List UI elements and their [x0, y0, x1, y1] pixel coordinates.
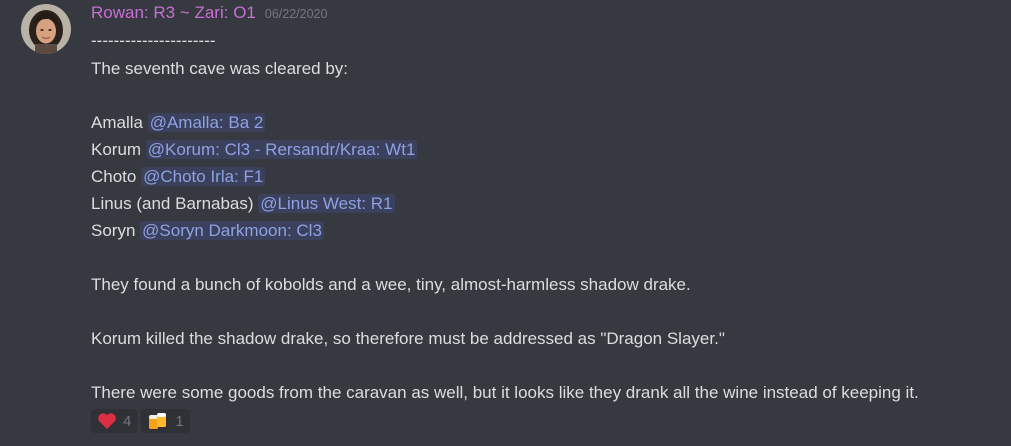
party-member-row: Amalla @Amalla: Ba 2 [91, 112, 266, 134]
party-member-name: Soryn [91, 221, 141, 240]
message-paragraph: They found a bunch of kobolds and a wee,… [91, 275, 691, 294]
reaction-count: 1 [175, 412, 184, 430]
party-member-row: Linus (and Barnabas) @Linus West: R1 [91, 193, 395, 215]
message-header: Rowan: R3 ~ Zari: O1 06/22/2020 [91, 3, 327, 29]
user-mention[interactable]: @Amalla: Ba 2 [147, 113, 266, 132]
party-member-row: Choto @Choto Irla: F1 [91, 166, 266, 188]
beers-icon [147, 411, 169, 431]
user-mention[interactable]: @Soryn Darkmoon: Cl3 [140, 221, 324, 240]
party-member-name: Linus (and Barnabas) [91, 194, 259, 213]
party-member-name: Choto [91, 167, 142, 186]
party-member-name: Korum [91, 140, 146, 159]
message-timestamp: 06/22/2020 [264, 7, 328, 21]
reaction-count: 4 [123, 412, 132, 430]
party-member-row: Korum @Korum: Cl3 - Rersandr/Kraa: Wt1 [91, 139, 418, 161]
user-mention[interactable]: @Choto Irla: F1 [141, 167, 266, 186]
reaction-beers[interactable]: 1 [141, 409, 190, 433]
author-name[interactable]: Rowan: R3 ~ Zari: O1 [91, 3, 256, 23]
intro-text: The seventh cave was cleared by: [91, 59, 349, 78]
party-member-name: Amalla [91, 113, 148, 132]
reaction-heart[interactable]: 4 [91, 409, 138, 433]
chat-message: Rowan: R3 ~ Zari: O1 06/22/2020 --------… [0, 0, 1011, 446]
separator-line: ---------------------- [91, 31, 216, 50]
heart-icon [97, 412, 117, 430]
user-avatar[interactable] [21, 4, 71, 54]
user-mention[interactable]: @Korum: Cl3 - Rersandr/Kraa: Wt1 [145, 140, 418, 159]
user-mention[interactable]: @Linus West: R1 [258, 194, 395, 213]
party-member-row: Soryn @Soryn Darkmoon: Cl3 [91, 220, 324, 242]
message-paragraph: Korum killed the shadow drake, so theref… [91, 329, 725, 348]
reactions-bar: 4 1 [91, 409, 190, 433]
avatar-image [21, 4, 71, 54]
message-paragraph: There were some goods from the caravan a… [91, 383, 919, 402]
